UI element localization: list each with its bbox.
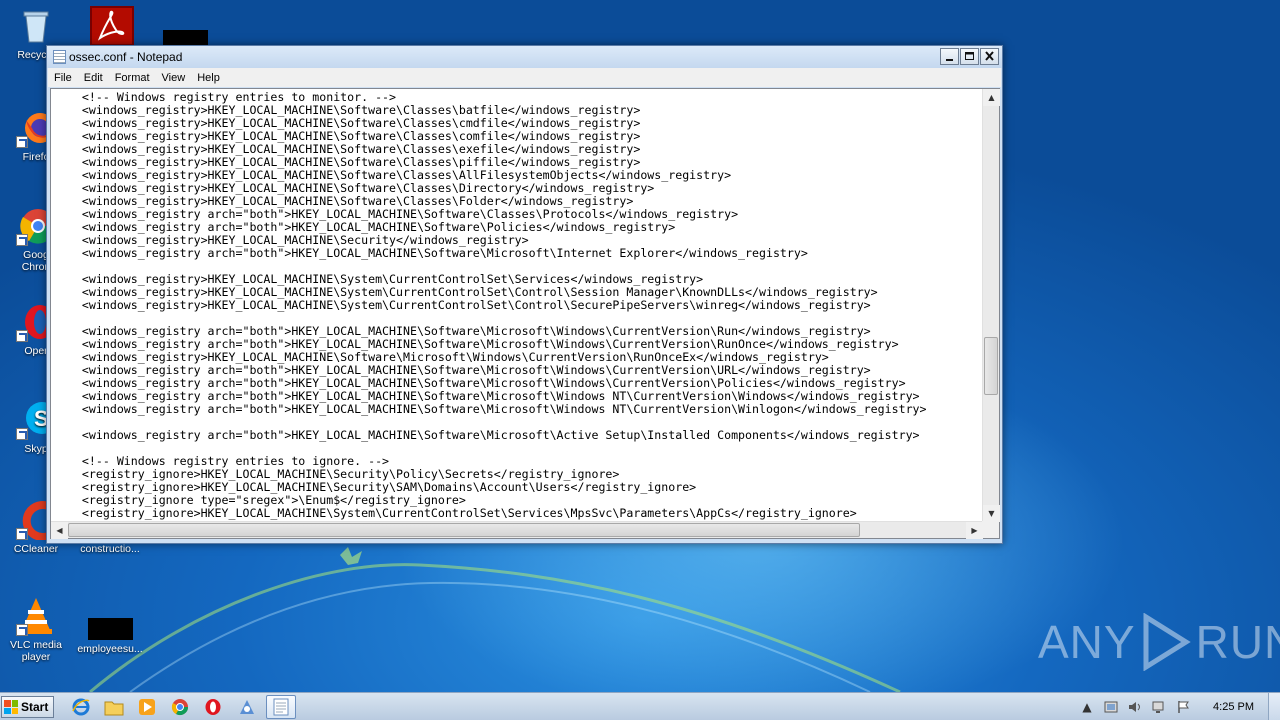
acrobat-icon — [90, 6, 134, 46]
horizontal-scroll-thumb[interactable] — [68, 523, 860, 537]
document-icon — [87, 618, 133, 640]
volume-icon[interactable] — [1127, 699, 1143, 715]
notepad-window[interactable]: ossec.conf - Notepad File Edit Format Vi… — [46, 45, 1003, 544]
taskbar-network-tool[interactable] — [232, 695, 262, 719]
media-player-icon — [139, 699, 155, 715]
play-logo-icon — [1143, 613, 1191, 671]
windows-logo-icon — [4, 700, 18, 714]
start-button[interactable]: Start — [1, 696, 54, 718]
menu-format[interactable]: Format — [109, 72, 156, 84]
desktop-icon-label: employeesu... — [77, 643, 143, 655]
taskbar-opera[interactable] — [198, 695, 228, 719]
folder-icon — [104, 701, 124, 716]
menu-bar: File Edit Format View Help — [48, 68, 1001, 87]
network-tool-icon — [240, 700, 254, 714]
title-bar[interactable]: ossec.conf - Notepad — [47, 46, 1002, 68]
scroll-left-button[interactable]: ◀ — [51, 522, 68, 539]
taskbar-ie[interactable] — [66, 695, 96, 719]
system-tray: ▲ 4:25 PM — [1075, 693, 1280, 720]
shortcut-arrow-icon — [16, 330, 28, 342]
notepad-icon — [53, 50, 66, 64]
show-hidden-icons-icon[interactable]: ▲ — [1079, 699, 1095, 715]
scroll-down-button[interactable]: ▼ — [983, 505, 1000, 522]
start-label: Start — [21, 700, 49, 714]
maximize-icon — [965, 52, 974, 60]
minimize-icon — [946, 59, 953, 61]
chrome-icon — [171, 699, 189, 716]
maximize-button[interactable] — [960, 48, 979, 65]
taskbar-chrome[interactable] — [165, 695, 195, 719]
taskbar-explorer[interactable] — [99, 695, 129, 719]
watermark-text-right: RUN — [1195, 616, 1280, 668]
shortcut-arrow-icon — [16, 624, 28, 636]
desktop-icon-label: CCleaner — [13, 543, 59, 555]
desktop-icon-acrobat[interactable] — [76, 6, 148, 49]
vertical-scroll-thumb[interactable] — [984, 337, 998, 395]
desktop-icon-label: VLC media player — [10, 639, 62, 663]
taskbar-media-player[interactable] — [132, 695, 162, 719]
desktop-icon-label: constructio... — [80, 543, 140, 555]
text-editor[interactable]: <!-- Windows registry entries to monitor… — [51, 89, 983, 522]
desktop-icon-vlc[interactable]: VLC media player — [0, 596, 72, 663]
shortcut-arrow-icon — [16, 428, 28, 440]
close-button[interactable] — [980, 48, 999, 65]
watermark-text-left: ANY — [1038, 616, 1136, 668]
menu-edit[interactable]: Edit — [78, 72, 109, 84]
menu-help[interactable]: Help — [191, 72, 226, 84]
recycle-bin-icon — [16, 6, 56, 46]
minimize-button[interactable] — [940, 48, 959, 65]
show-desktop-button[interactable] — [1268, 693, 1280, 720]
vlc-icon — [16, 596, 56, 636]
scroll-up-button[interactable]: ▲ — [983, 89, 1000, 106]
editor-content[interactable]: <!-- Windows registry entries to monitor… — [51, 91, 983, 520]
taskbar-clock[interactable]: 4:25 PM — [1213, 701, 1254, 713]
taskbar: Start ▲ 4:25 PM — [0, 692, 1280, 720]
flag-notification-icon[interactable] — [1175, 699, 1191, 715]
notepad-icon — [273, 698, 289, 716]
shortcut-arrow-icon — [16, 136, 28, 148]
window-controls — [939, 48, 999, 65]
network-icon[interactable] — [1151, 699, 1167, 715]
shortcut-arrow-icon — [16, 528, 28, 540]
anyrun-watermark: ANY RUN — [1038, 612, 1280, 672]
internet-explorer-icon — [72, 698, 90, 716]
opera-icon — [205, 699, 221, 715]
shortcut-arrow-icon — [16, 234, 28, 246]
desktop-icon-employee-doc[interactable]: employeesu... — [74, 596, 146, 655]
window-title: ossec.conf - Notepad — [69, 50, 183, 64]
close-icon — [985, 51, 994, 61]
taskbar-notepad[interactable] — [266, 695, 296, 719]
scroll-right-button[interactable]: ▶ — [966, 522, 983, 539]
scrollbar-corner — [982, 521, 999, 538]
action-center-icon[interactable] — [1103, 699, 1119, 715]
editor-frame: <!-- Windows registry entries to monitor… — [50, 88, 1000, 539]
horizontal-scrollbar[interactable]: ◀ ▶ — [51, 521, 983, 539]
menu-file[interactable]: File — [48, 72, 78, 84]
vertical-scrollbar[interactable]: ▲ ▼ — [982, 89, 1000, 522]
redacted-icon — [163, 30, 208, 46]
menu-view[interactable]: View — [156, 72, 192, 84]
